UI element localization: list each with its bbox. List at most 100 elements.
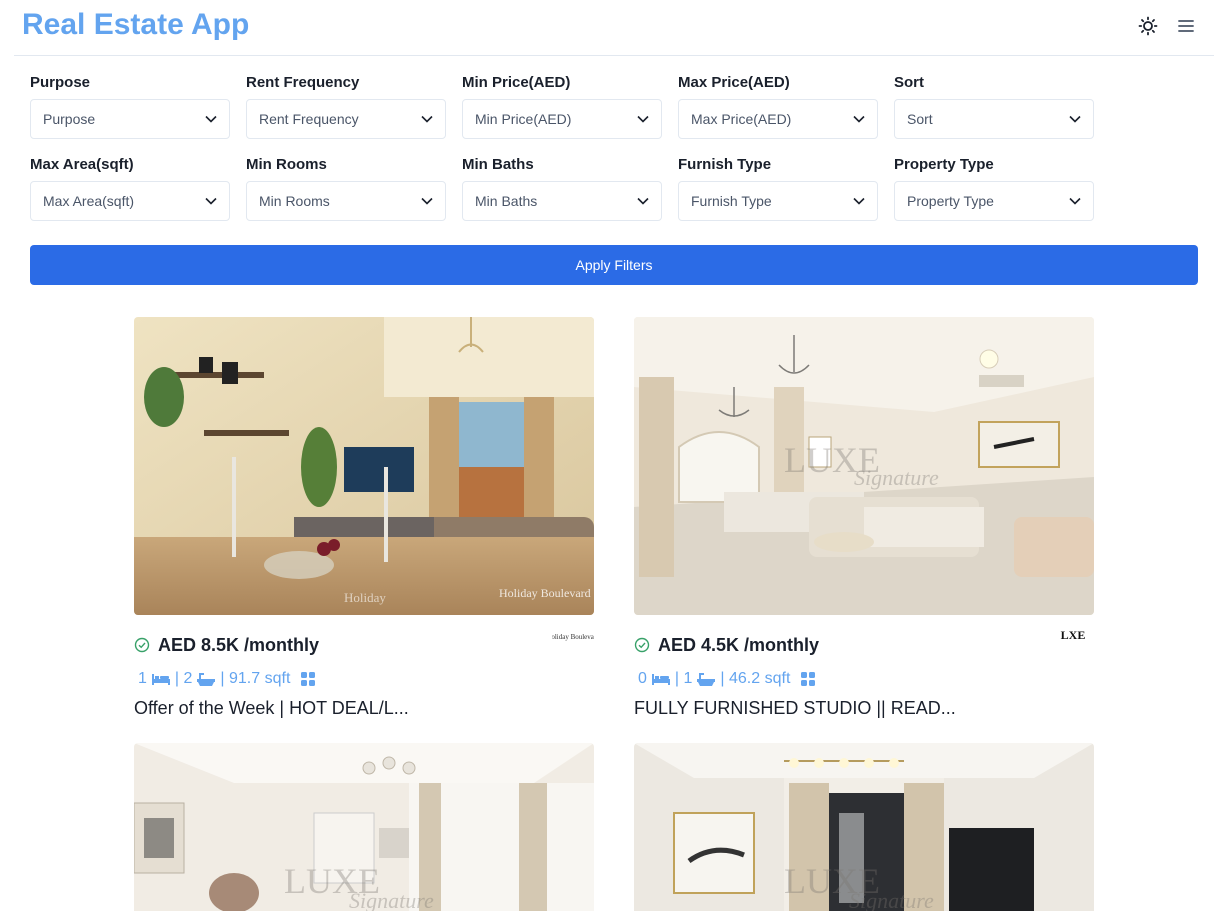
filters-panel: Purpose Purpose Rent Frequency Rent Freq… (30, 74, 1110, 238)
property-type-select[interactable]: Property Type (894, 181, 1094, 221)
min-price-select[interactable]: Min Price(AED) (462, 99, 662, 139)
property-photo[interactable]: LUXE Signature (134, 743, 594, 911)
select-value: Min Rooms (259, 193, 330, 209)
filter-max-area: Max Area(sqft) Max Area(sqft) (30, 156, 230, 221)
min-rooms-select[interactable]: Min Rooms (246, 181, 446, 221)
filter-purpose: Purpose Purpose (30, 74, 230, 139)
select-value: Max Price(AED) (691, 111, 792, 127)
filter-label: Min Price(AED) (462, 74, 571, 91)
verified-check-icon (634, 637, 650, 653)
theme-toggle-button[interactable] (1134, 12, 1162, 40)
app-header: Real Estate App (14, 0, 1214, 56)
agency-logo: Holiday Boulevard (552, 633, 594, 641)
min-baths-select[interactable]: Min Baths (462, 181, 662, 221)
filter-label: Furnish Type (678, 156, 772, 173)
property-card[interactable]: LUXE Signature (134, 743, 594, 911)
filter-min-rooms: Min Rooms Min Rooms (246, 156, 446, 221)
living-room-photo: Holiday Boulevard Holiday (134, 317, 594, 615)
rent-frequency-select[interactable]: Rent Frequency (246, 99, 446, 139)
select-value: Min Baths (475, 193, 538, 209)
property-title[interactable]: FULLY FURNISHED STUDIO || READ... (634, 698, 956, 719)
filter-row: Purpose Purpose Rent Frequency Rent Freq… (30, 74, 1110, 139)
svg-text:Signature: Signature (849, 888, 934, 911)
property-photo[interactable]: LUXE Signature (634, 317, 1094, 615)
app-title[interactable]: Real Estate App (22, 8, 249, 42)
property-stats: 0 | 1 | 46.2 sqft (638, 670, 816, 688)
svg-text:Holiday Boulevard: Holiday Boulevard (552, 633, 594, 641)
sort-select[interactable]: Sort (894, 99, 1094, 139)
chevron-down-icon (637, 115, 649, 123)
filter-label: Rent Frequency (246, 74, 360, 91)
select-value: Max Area(sqft) (43, 193, 135, 209)
agency-logo: LXE (1061, 628, 1086, 642)
rooms-count: 0 (638, 670, 647, 687)
select-value: Property Type (907, 193, 994, 209)
price-row: AED 4.5K /monthly LXE (634, 620, 1094, 658)
baths-count: | 2 (174, 670, 193, 687)
chevron-down-icon (205, 115, 217, 123)
bathtub-icon (197, 673, 216, 686)
filter-label: Min Baths (462, 156, 534, 173)
chevron-down-icon (853, 197, 865, 205)
filter-min-price: Min Price(AED) Min Price(AED) (462, 74, 662, 139)
sun-icon (1138, 16, 1158, 36)
filter-label: Max Price(AED) (678, 74, 790, 91)
property-photo[interactable]: Holiday Boulevard Holiday (134, 317, 594, 615)
property-stats: 1 | 2 | 91.7 sqft (138, 670, 316, 688)
apartment-photo: LUXE Signature (134, 743, 594, 911)
chevron-down-icon (1069, 115, 1081, 123)
filter-label: Purpose (30, 74, 91, 91)
property-title[interactable]: Offer of the Week | HOT DEAL/L... (134, 698, 409, 719)
apply-filters-button[interactable]: Apply Filters (30, 245, 1198, 285)
max-area-select[interactable]: Max Area(sqft) (30, 181, 230, 221)
svg-text:Signature: Signature (349, 888, 434, 911)
filter-rent-frequency: Rent Frequency Rent Frequency (246, 74, 446, 139)
filter-row: Max Area(sqft) Max Area(sqft) Min Rooms … (30, 156, 1110, 221)
grid-icon (801, 672, 816, 686)
price-row: AED 8.5K /monthly Holiday Boulevard (134, 620, 594, 658)
price: AED 4.5K /monthly (658, 634, 820, 655)
select-value: Rent Frequency (259, 111, 359, 127)
grid-icon (301, 672, 316, 686)
max-price-select[interactable]: Max Price(AED) (678, 99, 878, 139)
property-photo[interactable]: LUXE Signature (634, 743, 1094, 911)
property-card[interactable]: LUXE Signature (634, 743, 1094, 911)
price: AED 8.5K /monthly (158, 634, 320, 655)
hamburger-menu-icon (1178, 20, 1194, 32)
verified-check-icon (134, 637, 150, 653)
studio-photo: LUXE Signature (634, 317, 1094, 615)
bathtub-icon (697, 673, 716, 686)
filter-sort: Sort Sort (894, 74, 1094, 139)
select-value: Purpose (43, 111, 96, 127)
svg-text:Signature: Signature (854, 465, 939, 490)
property-card[interactable]: LUXE Signature AED 4.5K /monthly LXE 0 |… (634, 317, 1094, 718)
agency-logo-avatar[interactable]: Holiday Boulevard (552, 620, 594, 652)
select-value: Min Price(AED) (475, 111, 572, 127)
bed-icon (651, 674, 670, 685)
area: | 46.2 sqft (720, 670, 791, 687)
chevron-down-icon (637, 197, 649, 205)
select-value: Sort (907, 111, 933, 127)
baths-count: | 1 (674, 670, 693, 687)
chevron-down-icon (205, 197, 217, 205)
svg-text:LXE: LXE (1061, 628, 1086, 642)
svg-text:Holiday: Holiday (344, 590, 386, 605)
filter-label: Max Area(sqft) (30, 156, 134, 173)
purpose-select[interactable]: Purpose (30, 99, 230, 139)
select-value: Furnish Type (691, 193, 772, 209)
filter-min-baths: Min Baths Min Baths (462, 156, 662, 221)
filter-label: Min Rooms (246, 156, 327, 173)
rooms-count: 1 (138, 670, 147, 687)
filter-max-price: Max Price(AED) Max Price(AED) (678, 74, 878, 139)
svg-text:Holiday Boulevard: Holiday Boulevard (499, 586, 591, 600)
agency-logo-avatar[interactable]: LXE (1052, 620, 1094, 652)
property-card[interactable]: Holiday Boulevard Holiday AED 8.5K /mont… (134, 317, 594, 718)
chevron-down-icon (421, 115, 433, 123)
area: | 91.7 sqft (220, 670, 291, 687)
furnish-type-select[interactable]: Furnish Type (678, 181, 878, 221)
filter-property-type: Property Type Property Type (894, 156, 1094, 221)
menu-button[interactable] (1172, 12, 1200, 40)
chevron-down-icon (421, 197, 433, 205)
chevron-down-icon (853, 115, 865, 123)
filter-furnish-type: Furnish Type Furnish Type (678, 156, 878, 221)
